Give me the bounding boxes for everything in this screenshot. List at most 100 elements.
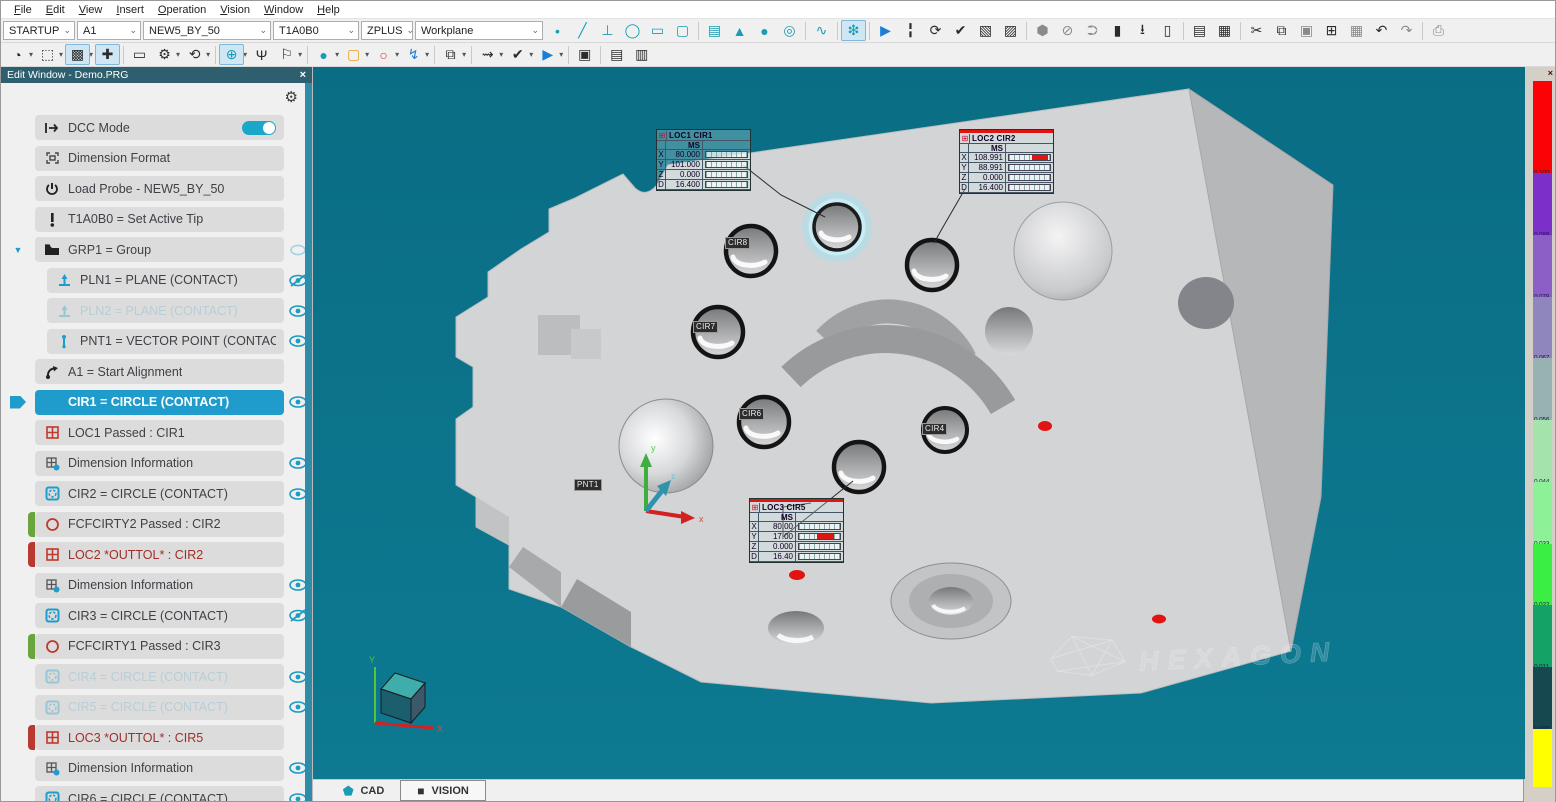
- auto-feature-icon[interactable]: ❇: [841, 20, 866, 41]
- path-optimize-icon[interactable]: ⇝: [475, 44, 500, 65]
- command-item-0[interactable]: DCC Mode: [1, 115, 312, 140]
- command-pill[interactable]: T1A0B0 = Set Active Tip: [35, 207, 284, 232]
- command-item-13[interactable]: FCFCIRTY2 Passed : CIR2: [1, 512, 312, 537]
- command-item-8[interactable]: A1 = Start Alignment: [1, 359, 312, 384]
- command-pill[interactable]: CIR6 = CIRCLE (CONTACT): [35, 786, 284, 801]
- command-pill[interactable]: Dimension Information: [35, 756, 284, 781]
- axis-select[interactable]: A1⌄: [77, 21, 141, 40]
- pan-view-icon[interactable]: ✚: [95, 44, 120, 65]
- square-slot-feature-icon[interactable]: ▢: [670, 20, 695, 41]
- shaded-view-icon[interactable]: ▩: [65, 44, 90, 65]
- command-item-1[interactable]: Dimension Format: [1, 146, 312, 171]
- command-item-2[interactable]: Load Probe - NEW5_BY_50: [1, 176, 312, 201]
- command-item-18[interactable]: CIR4 = CIRCLE (CONTACT): [1, 664, 312, 689]
- profile-tolerance-icon[interactable]: ▢: [341, 44, 366, 65]
- dcc-mode-toggle[interactable]: [242, 121, 276, 135]
- command-item-6[interactable]: PLN2 = PLANE (CONTACT): [1, 298, 312, 323]
- menu-insert[interactable]: Insert: [109, 3, 151, 17]
- command-item-19[interactable]: CIR5 = CIRCLE (CONTACT): [1, 695, 312, 720]
- edit-window-titlebar[interactable]: Edit Window - Demo.PRG ×: [1, 67, 312, 83]
- active-command-marker[interactable]: [1, 396, 35, 409]
- undo-icon[interactable]: ↶: [1369, 20, 1394, 41]
- command-item-9[interactable]: CIR1 = CIRCLE (CONTACT): [1, 390, 312, 415]
- menu-edit[interactable]: Edit: [39, 3, 72, 17]
- bookmark-insert-icon[interactable]: ⭳: [1130, 20, 1155, 41]
- measurement-label-loc1[interactable]: ⊞LOC1 CIR1MSX80.000Y101.000Z0.000D16.400: [656, 129, 751, 191]
- round-slot-feature-icon[interactable]: ▭: [645, 20, 670, 41]
- command-pill[interactable]: LOC2 *OUTTOL* : CIR2: [35, 542, 284, 567]
- line-feature-icon[interactable]: ╱: [570, 20, 595, 41]
- command-pill[interactable]: LOC1 Passed : CIR1: [35, 420, 284, 445]
- measurement-label-loc3[interactable]: ⊞LOC3 CIR5MSX80.00Y17.00Z0.000D16.40: [749, 498, 844, 563]
- feature-tag-cir7[interactable]: CIR7: [693, 321, 718, 333]
- command-pill[interactable]: FCFCIRTY1 Passed : CIR3: [35, 634, 284, 659]
- command-pill[interactable]: LOC3 *OUTTOL* : CIR5: [35, 725, 284, 750]
- command-item-14[interactable]: LOC2 *OUTTOL* : CIR2: [1, 542, 312, 567]
- optimization-gears-icon[interactable]: ⚙: [152, 44, 177, 65]
- go-arrow-gray-icon[interactable]: ⮊: [1080, 20, 1105, 41]
- cut-icon[interactable]: ✂: [1244, 20, 1269, 41]
- chevron-down-icon[interactable]: ▼: [14, 245, 23, 255]
- feature-tag-cir8[interactable]: CIR8: [725, 237, 750, 249]
- clipboard-grid-icon[interactable]: ▦: [1344, 20, 1369, 41]
- camera-icon[interactable]: ▣: [572, 44, 597, 65]
- torus-feature-icon[interactable]: ◎: [777, 20, 802, 41]
- bookmark-remove-icon[interactable]: ▯: [1155, 20, 1180, 41]
- command-item-10[interactable]: LOC1 Passed : CIR1: [1, 420, 312, 445]
- paste-pattern-icon[interactable]: ⊞: [1319, 20, 1344, 41]
- graph-analysis-icon[interactable]: ↯: [401, 44, 426, 65]
- menu-operation[interactable]: Operation: [151, 3, 213, 17]
- command-pill[interactable]: GRP1 = Group: [35, 237, 284, 262]
- rotate-view-icon[interactable]: ⟲: [182, 44, 207, 65]
- feature-tag-cir6[interactable]: CIR6: [739, 408, 764, 420]
- command-pill[interactable]: CIR5 = CIRCLE (CONTACT): [35, 695, 284, 720]
- close-icon[interactable]: ×: [1548, 69, 1553, 78]
- probe-toggles-icon[interactable]: Ψ: [249, 44, 274, 65]
- tip-select[interactable]: T1A0B0⌄: [273, 21, 359, 40]
- menu-view[interactable]: View: [72, 3, 110, 17]
- report-text-icon[interactable]: ▤: [1187, 20, 1212, 41]
- curve-feature-icon[interactable]: ∿: [809, 20, 834, 41]
- redo-icon[interactable]: ↷: [1394, 20, 1419, 41]
- menu-vision[interactable]: Vision: [213, 3, 257, 17]
- execute-from-cursor-icon[interactable]: ╏: [898, 20, 923, 41]
- copy-icon[interactable]: ⧉: [1269, 20, 1294, 41]
- paste-icon[interactable]: ▣: [1294, 20, 1319, 41]
- command-pill[interactable]: CIR4 = CIRCLE (CONTACT): [35, 664, 284, 689]
- menu-file[interactable]: File: [7, 3, 39, 17]
- probe-mode-icon[interactable]: ⊕: [219, 44, 244, 65]
- command-pill[interactable]: FCFCIRTY2 Passed : CIR2: [35, 512, 284, 537]
- gear-icon[interactable]: ⚙: [285, 88, 298, 106]
- feature-tag-pnt1[interactable]: PNT1: [574, 479, 602, 491]
- comment-icon[interactable]: ▭: [127, 44, 152, 65]
- command-pill[interactable]: PNT1 = VECTOR POINT (CONTACT): [47, 329, 284, 354]
- command-pill[interactable]: CIR3 = CIRCLE (CONTACT): [35, 603, 284, 628]
- command-item-17[interactable]: FCFCIRTY1 Passed : CIR3: [1, 634, 312, 659]
- command-item-21[interactable]: Dimension Information: [1, 756, 312, 781]
- command-pill[interactable]: PLN1 = PLANE (CONTACT): [47, 268, 284, 293]
- command-pill[interactable]: PLN2 = PLANE (CONTACT): [47, 298, 284, 323]
- command-item-7[interactable]: PNT1 = VECTOR POINT (CONTACT): [1, 329, 312, 354]
- command-pill[interactable]: Load Probe - NEW5_BY_50: [35, 176, 284, 201]
- workplane-select[interactable]: ZPLUS⌄: [361, 21, 413, 40]
- stop-gray-icon[interactable]: ⬢: [1030, 20, 1055, 41]
- print-icon[interactable]: ⎙: [1426, 20, 1451, 41]
- cylinder-feature-icon[interactable]: ▤: [702, 20, 727, 41]
- command-pill[interactable]: A1 = Start Alignment: [35, 359, 284, 384]
- command-item-20[interactable]: LOC3 *OUTTOL* : CIR5: [1, 725, 312, 750]
- command-item-15[interactable]: Dimension Information: [1, 573, 312, 598]
- command-item-5[interactable]: PLN1 = PLANE (CONTACT): [1, 268, 312, 293]
- measurement-label-loc2[interactable]: ⊞LOC2 CIR2MSX108.991Y88.991Z0.000D16.400: [959, 129, 1054, 194]
- report-window-icon[interactable]: ▤: [604, 44, 629, 65]
- cad-viewport[interactable]: y x z Y X: [313, 67, 1525, 779]
- command-pill[interactable]: Dimension Format: [35, 146, 284, 171]
- execute-icon[interactable]: ▶: [535, 44, 560, 65]
- view-select[interactable]: Workplane⌄: [415, 21, 543, 40]
- command-pill[interactable]: CIR1 = CIRCLE (CONTACT): [35, 390, 284, 415]
- circle-feature-icon[interactable]: ◯: [620, 20, 645, 41]
- plane-feature-icon[interactable]: ⊥: [595, 20, 620, 41]
- sphere-feature-icon[interactable]: ●: [752, 20, 777, 41]
- point-feature-icon[interactable]: •: [545, 20, 570, 41]
- command-pill[interactable]: Dimension Information: [35, 573, 284, 598]
- command-item-3[interactable]: T1A0B0 = Set Active Tip: [1, 207, 312, 232]
